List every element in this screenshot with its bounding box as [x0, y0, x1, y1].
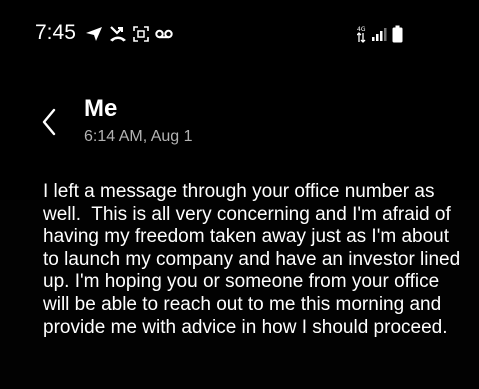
status-bar: 7:45 4G: [0, 0, 479, 66]
voicemail-icon: [155, 29, 173, 39]
chevron-left-icon: [42, 108, 56, 136]
back-button[interactable]: [36, 104, 64, 140]
message-body: I left a message through your office num…: [43, 181, 466, 338]
missed-call-icon: [110, 26, 126, 42]
signal-icon: [372, 28, 387, 41]
navigation-icon: [86, 27, 102, 41]
screenshot-icon: [133, 26, 149, 42]
data-4g-icon: 4G: [357, 26, 366, 43]
status-time: 7:45: [35, 21, 76, 44]
status-left-icons: [85, 24, 179, 44]
message-timestamp: 6:14 AM, Aug 1: [84, 128, 193, 145]
svg-text:4G: 4G: [357, 26, 366, 33]
conversation-header: Me 6:14 AM, Aug 1: [0, 90, 479, 160]
status-right-icons: 4G: [357, 24, 408, 44]
sender-name: Me: [84, 95, 118, 122]
battery-icon: [392, 25, 403, 43]
